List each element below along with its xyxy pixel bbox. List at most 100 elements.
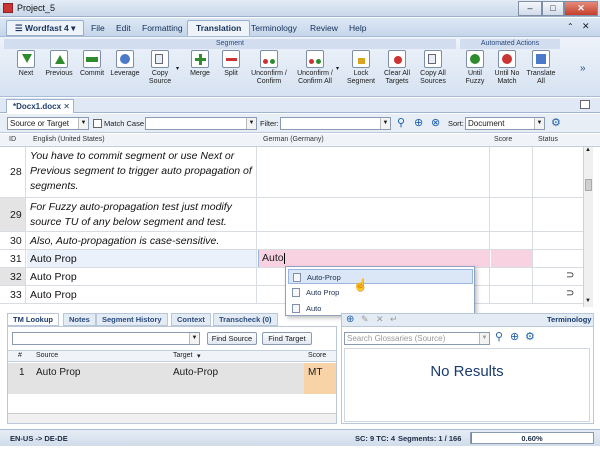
split-button[interactable]: Split <box>214 50 248 96</box>
segment-row-28[interactable]: 28 You have to commit segment or use Nex… <box>0 147 583 198</box>
scope-select[interactable]: Source or Target ▼ <box>7 117 89 130</box>
segment-source[interactable]: Auto Prop <box>27 250 257 267</box>
translate-all-button[interactable]: Translate All <box>524 50 558 96</box>
segment-score <box>491 268 533 285</box>
unconfirm-confirm-all-button[interactable]: Unconfirm / Confirm All <box>293 50 337 96</box>
tab-formatting[interactable]: Formatting <box>133 20 192 36</box>
autosuggest-popup: Auto-Prop Auto Prop Auto <box>285 266 475 316</box>
until-no-match-button[interactable]: Until No Match <box>491 50 523 96</box>
segment-target[interactable] <box>258 198 490 231</box>
clear-filter-icon[interactable]: ⊗ <box>431 116 440 129</box>
unconfirm-confirm-button[interactable]: Unconfirm / Confirm <box>247 50 291 96</box>
segment-id: 33 <box>0 286 26 303</box>
filter-type-select[interactable]: ▼ <box>145 117 257 130</box>
segment-target[interactable] <box>258 232 490 249</box>
tm-result-row[interactable]: 1 Auto Prop Auto-Prop MT <box>8 363 336 394</box>
tab-help[interactable]: Help <box>340 20 375 36</box>
scroll-thumb[interactable] <box>585 179 592 191</box>
tab-notes[interactable]: Notes <box>63 313 96 326</box>
status-bar: EN-US -> DE-DE SC: 9 TC: 4 Segments: 1 /… <box>0 429 600 446</box>
glossary-search-input[interactable]: Search Glossaries (Source) ▼ <box>344 332 490 345</box>
segment-id: 31 <box>0 250 26 267</box>
merge-button[interactable]: Merge <box>183 50 217 96</box>
hand-cursor-icon: ☝ <box>353 278 368 292</box>
ribbon-expand-icon[interactable]: » <box>580 63 586 74</box>
tab-context[interactable]: Context <box>171 313 211 326</box>
app-menu-button[interactable]: ☰ Wordfast 4 ▾ <box>6 20 85 36</box>
segment-row-29[interactable]: 29 For Fuzzy auto-propagation test just … <box>0 198 583 232</box>
suggestion-item[interactable]: Auto-Prop <box>288 269 473 284</box>
copy-source-button[interactable]: Copy Source <box>143 50 177 96</box>
segment-source[interactable]: You have to commit segment or use Next o… <box>27 147 257 197</box>
gear-icon[interactable]: ⚙ <box>551 116 561 129</box>
match-case-checkbox[interactable] <box>93 119 102 128</box>
filter-input[interactable]: ▼ <box>280 117 391 130</box>
search-icon[interactable]: ⚲ <box>397 116 405 129</box>
segment-row-30[interactable]: 30 Also, Auto-propagation is case-sensit… <box>0 232 583 250</box>
segment-target[interactable] <box>258 147 490 197</box>
sort-select[interactable]: Document ▼ <box>465 117 545 130</box>
chevron-down-icon: ▼ <box>189 333 199 344</box>
unconfirm-dropdown-icon[interactable]: ▾ <box>336 65 339 72</box>
lock-segment-button[interactable]: Lock Segment <box>343 50 379 96</box>
tab-transcheck[interactable]: Transcheck (0) <box>213 313 278 326</box>
add-term-icon[interactable]: ⊕ <box>346 314 354 325</box>
segment-count: Segments: 1 / 166 <box>398 434 462 443</box>
status-icon: ⊃ <box>566 270 575 281</box>
grid-header: ID English (United States) German (Germa… <box>0 134 600 147</box>
find-source-button[interactable]: Find Source <box>207 332 257 345</box>
header-source: English (United States) <box>33 136 105 143</box>
insert-term-icon[interactable]: ↵ <box>390 314 398 325</box>
zoom-search-icon[interactable]: ⊕ <box>510 330 519 343</box>
segment-id: 30 <box>0 232 26 249</box>
until-fuzzy-button[interactable]: Until Fuzzy <box>460 50 490 96</box>
next-button[interactable]: Next <box>9 50 43 96</box>
zoom-search-icon[interactable]: ⊕ <box>414 116 423 129</box>
doc-tab-docx1[interactable]: *Docx1.docx ✕ <box>6 99 74 113</box>
find-target-button[interactable]: Find Target <box>262 332 312 345</box>
leverage-button[interactable]: Leverage <box>108 50 142 96</box>
previous-button[interactable]: Previous <box>42 50 76 96</box>
clear-all-targets-button[interactable]: Clear All Targets <box>379 50 415 96</box>
minimize-button[interactable]: – <box>518 1 542 16</box>
copy-all-sources-button[interactable]: Copy All Sources <box>415 50 451 96</box>
segment-source[interactable]: For Fuzzy auto-propagation test just mod… <box>27 198 257 231</box>
suggestion-item[interactable]: Auto Prop <box>288 285 473 300</box>
chevron-down-icon: ▼ <box>246 118 256 129</box>
close-button[interactable]: ✕ <box>564 1 598 16</box>
progress-bar: 0.60% <box>470 432 594 444</box>
close-document-icon[interactable]: ✕ <box>582 21 590 32</box>
tm-hscrollbar[interactable] <box>8 413 336 423</box>
close-tab-icon[interactable]: ✕ <box>63 100 70 113</box>
clear-targets-icon <box>388 50 406 68</box>
tab-terminology[interactable]: Terminology <box>242 20 306 36</box>
scroll-down-icon[interactable]: ▼ <box>585 298 591 304</box>
text-cursor <box>283 252 285 264</box>
copy-source-dropdown-icon[interactable]: ▾ <box>176 65 179 72</box>
collapse-ribbon-icon[interactable]: ⌃ <box>567 22 574 31</box>
segment-id: 32 <box>0 268 26 285</box>
segment-status <box>534 250 583 267</box>
document-icon <box>292 304 300 313</box>
header-id: ID <box>9 136 16 143</box>
search-icon[interactable]: ⚲ <box>495 330 503 343</box>
tab-translation[interactable]: Translation <box>187 20 251 36</box>
edit-term-icon[interactable]: ✎ <box>361 314 369 325</box>
tm-search-input[interactable]: ▼ <box>12 332 200 345</box>
tm-icon <box>293 273 301 282</box>
segment-target-editor[interactable]: Auto <box>258 250 490 267</box>
commit-button[interactable]: Commit <box>75 50 109 96</box>
gear-icon[interactable]: ⚙ <box>525 330 535 343</box>
maximize-button[interactable]: □ <box>542 1 564 16</box>
grid-scrollbar[interactable]: ▲ ▼ <box>583 147 593 307</box>
segment-source[interactable]: Also, Auto-propagation is case-sensitive… <box>27 232 257 249</box>
until-no-match-icon <box>498 50 516 68</box>
maximize-pane-icon[interactable] <box>580 100 590 109</box>
tab-segment-history[interactable]: Segment History <box>96 313 168 326</box>
segment-source[interactable]: Auto Prop <box>27 268 257 285</box>
tab-tm-lookup[interactable]: TM Lookup <box>7 313 59 326</box>
segment-source[interactable]: Auto Prop <box>27 286 257 303</box>
sort-label: Sort: <box>448 119 464 128</box>
delete-term-icon[interactable]: ✕ <box>376 314 384 325</box>
scroll-up-icon[interactable]: ▲ <box>585 147 591 153</box>
